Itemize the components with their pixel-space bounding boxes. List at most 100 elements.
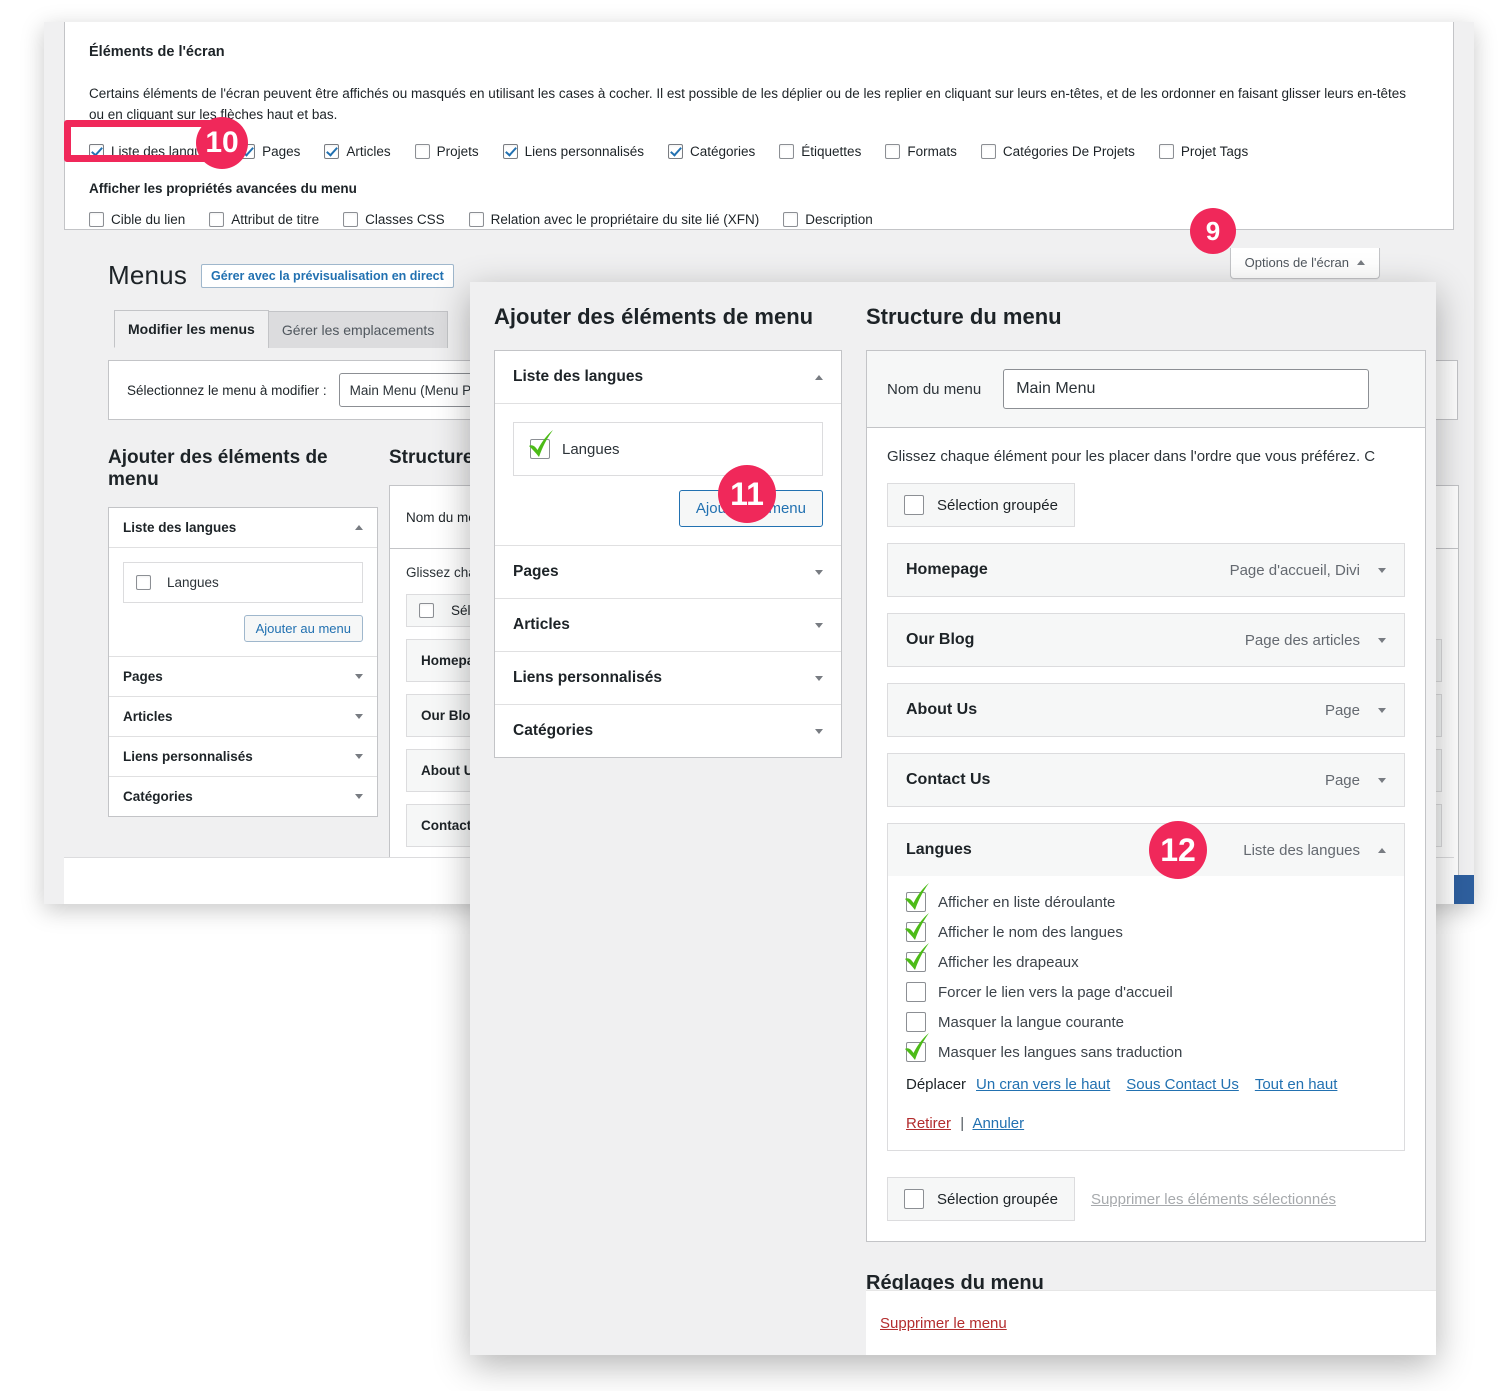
- popup-option-masquer-la-langue-courante[interactable]: Masquer la langue courante: [906, 1012, 1386, 1032]
- checkbox-icon[interactable]: [1158, 143, 1174, 159]
- screen-option-pages[interactable]: Pages: [240, 143, 300, 159]
- checkbox-icon[interactable]: [904, 495, 924, 515]
- screen-options-description: Certains éléments de l'écran peuvent êtr…: [89, 86, 1407, 122]
- advanced-option-classes-css[interactable]: Classes CSS: [343, 211, 445, 227]
- chevron-down-icon: [815, 569, 823, 575]
- live-preview-button[interactable]: Gérer avec la prévisualisation en direct: [201, 263, 454, 288]
- chevron-down-icon[interactable]: [1378, 707, 1386, 713]
- popup-lang-checkbox-row[interactable]: Langues: [529, 430, 806, 459]
- checkbox-icon[interactable]: [905, 913, 929, 942]
- advanced-option-description[interactable]: Description: [783, 211, 873, 227]
- checkbox-icon[interactable]: [136, 575, 151, 590]
- popup-accordion-pages[interactable]: Pages: [495, 546, 841, 599]
- checkbox-icon[interactable]: [667, 143, 683, 159]
- bg-lang-checkbox-row[interactable]: Langues: [136, 575, 350, 590]
- checkbox-label: Projet Tags: [1180, 143, 1249, 159]
- chevron-down-icon[interactable]: [1378, 637, 1386, 643]
- popup-cancel-link[interactable]: Annuler: [972, 1115, 1024, 1132]
- popup-accordion-label: Liste des langues: [513, 368, 644, 385]
- popup-option-forcer-le-lien-vers-la-page-daccueil[interactable]: Forcer le lien vers la page d'accueil: [906, 982, 1386, 1002]
- popup-menu-item-name: Langues: [906, 841, 972, 858]
- checkbox-icon[interactable]: [529, 430, 553, 459]
- checkbox-icon[interactable]: [906, 1012, 926, 1032]
- screen-options-panel: Éléments de l'écran Certains éléments de…: [64, 22, 1454, 230]
- popup-accordion-liste-des-langues[interactable]: Liste des langues: [495, 351, 841, 404]
- checkbox-label: Description: [805, 211, 873, 227]
- popup-menu-name-input[interactable]: Main Menu: [1003, 369, 1370, 409]
- screen-option-etiquettes[interactable]: Étiquettes: [779, 143, 861, 159]
- popup-accordion-liens-personnalises[interactable]: Liens personnalisés: [495, 652, 841, 705]
- checkbox-icon[interactable]: [905, 943, 929, 972]
- bg-accordion-liens-personnalises[interactable]: Liens personnalisés: [109, 737, 377, 777]
- tab-gerer-les-emplacements[interactable]: Gérer les emplacements: [267, 311, 449, 348]
- popup-lang-checkbox-label: Langues: [562, 440, 620, 458]
- bg-accordion-body-langues: Langues Ajouter au menu: [109, 548, 377, 657]
- popup-delete-menu-link[interactable]: Supprimer le menu: [880, 1315, 1007, 1332]
- screen-option-liens-personnalises[interactable]: Liens personnalisés: [502, 143, 644, 159]
- checkbox-icon[interactable]: [779, 143, 795, 159]
- screen-option-categories[interactable]: Catégories: [667, 143, 755, 159]
- checkbox-icon[interactable]: [904, 1189, 924, 1209]
- popup-accordion-categories[interactable]: Catégories: [495, 705, 841, 757]
- screen-options-checkbox-row: Liste des langues Pages Articles Projets…: [89, 143, 1429, 159]
- checkbox-icon[interactable]: [209, 211, 225, 227]
- screen-option-projets[interactable]: Projets: [414, 143, 479, 159]
- popup-option-afficher-les-drapeaux[interactable]: Afficher les drapeaux: [905, 943, 1386, 972]
- popup-menu-item-about-us[interactable]: About Us Page: [887, 683, 1405, 737]
- popup-bulk-select-top[interactable]: Sélection groupée: [887, 483, 1075, 527]
- popup-option-masquer-les-langues-sans-traduction[interactable]: Masquer les langues sans traduction: [905, 1033, 1386, 1062]
- popup-menu-item-type: Liste des langues: [1243, 841, 1360, 859]
- checkbox-icon[interactable]: [468, 211, 484, 227]
- chevron-down-icon[interactable]: [1378, 777, 1386, 783]
- checkbox-icon[interactable]: [419, 603, 434, 618]
- tab-modifier-les-menus[interactable]: Modifier les menus: [114, 310, 269, 348]
- popup-footer: Supprimer le menu: [866, 1290, 1436, 1355]
- screen-option-articles[interactable]: Articles: [324, 143, 391, 159]
- screen-option-categories-de-projets[interactable]: Catégories De Projets: [980, 143, 1135, 159]
- advanced-option-attribut-de-titre[interactable]: Attribut de titre: [209, 211, 319, 227]
- popup-move-link-up[interactable]: Un cran vers le haut: [976, 1076, 1110, 1093]
- popup-menu-item-contact-us[interactable]: Contact Us Page: [887, 753, 1405, 807]
- popup-delete-selected-link[interactable]: Supprimer les éléments sélectionnés: [1091, 1191, 1336, 1208]
- popup-menu-item-langues[interactable]: Langues Liste des langues: [887, 823, 1405, 877]
- menus-tabs: Modifier les menus Gérer les emplacement…: [114, 310, 449, 348]
- popup-bulk-select-bottom[interactable]: Sélection groupée: [887, 1177, 1075, 1221]
- popup-menu-item-name: About Us: [906, 701, 978, 718]
- bg-accordion-pages[interactable]: Pages: [109, 657, 377, 697]
- chevron-up-icon[interactable]: [1378, 847, 1386, 853]
- popup-menu-item-homepage[interactable]: Homepage Page d'accueil, Divi: [887, 543, 1405, 597]
- checkbox-icon[interactable]: [343, 211, 359, 227]
- checkbox-icon[interactable]: [783, 211, 799, 227]
- bg-accordion-articles[interactable]: Articles: [109, 697, 377, 737]
- screen-option-projet-tags[interactable]: Projet Tags: [1158, 143, 1249, 159]
- popup-option-afficher-le-nom-des-langues[interactable]: Afficher le nom des langues: [905, 913, 1386, 942]
- checkbox-icon[interactable]: [885, 143, 901, 159]
- advanced-option-xfn[interactable]: Relation avec le propriétaire du site li…: [468, 211, 759, 227]
- popup-option-afficher-en-liste-deroulante[interactable]: Afficher en liste déroulante: [905, 883, 1386, 912]
- popup-accordion-articles[interactable]: Articles: [495, 599, 841, 652]
- checkbox-icon[interactable]: [502, 143, 518, 159]
- green-checkmark-icon: [905, 1033, 929, 1060]
- bg-accordion-categories[interactable]: Catégories: [109, 777, 377, 816]
- popup-move-link-under-contact-us[interactable]: Sous Contact Us: [1126, 1076, 1239, 1093]
- popup-structure-title: Structure du menu: [866, 304, 1062, 329]
- popup-move-link-top[interactable]: Tout en haut: [1255, 1076, 1338, 1093]
- screen-options-toggle-button[interactable]: Options de l'écran: [1229, 248, 1380, 279]
- checkbox-icon[interactable]: [324, 143, 340, 159]
- checkbox-icon[interactable]: [905, 1033, 929, 1062]
- popup-menu-item-our-blog[interactable]: Our Blog Page des articles: [887, 613, 1405, 667]
- popup-menu-item-meta: Page: [1325, 772, 1386, 789]
- popup-remove-link[interactable]: Retirer: [906, 1115, 951, 1132]
- advanced-option-cible-du-lien[interactable]: Cible du lien: [89, 211, 185, 227]
- popup-menu-item-type: Page des articles: [1244, 631, 1360, 649]
- bg-accordion-liste-des-langues[interactable]: Liste des langues: [109, 508, 377, 548]
- checkbox-icon[interactable]: [980, 143, 996, 159]
- bg-add-to-menu-button[interactable]: Ajouter au menu: [243, 615, 363, 642]
- checkbox-icon[interactable]: [905, 883, 929, 912]
- checkbox-icon[interactable]: [906, 982, 926, 1002]
- checkbox-icon[interactable]: [414, 143, 430, 159]
- screen-option-formats[interactable]: Formats: [885, 143, 957, 159]
- checkbox-icon[interactable]: [89, 211, 104, 227]
- popup-menu-name-label: Nom du menu: [887, 380, 982, 398]
- chevron-down-icon[interactable]: [1378, 567, 1386, 573]
